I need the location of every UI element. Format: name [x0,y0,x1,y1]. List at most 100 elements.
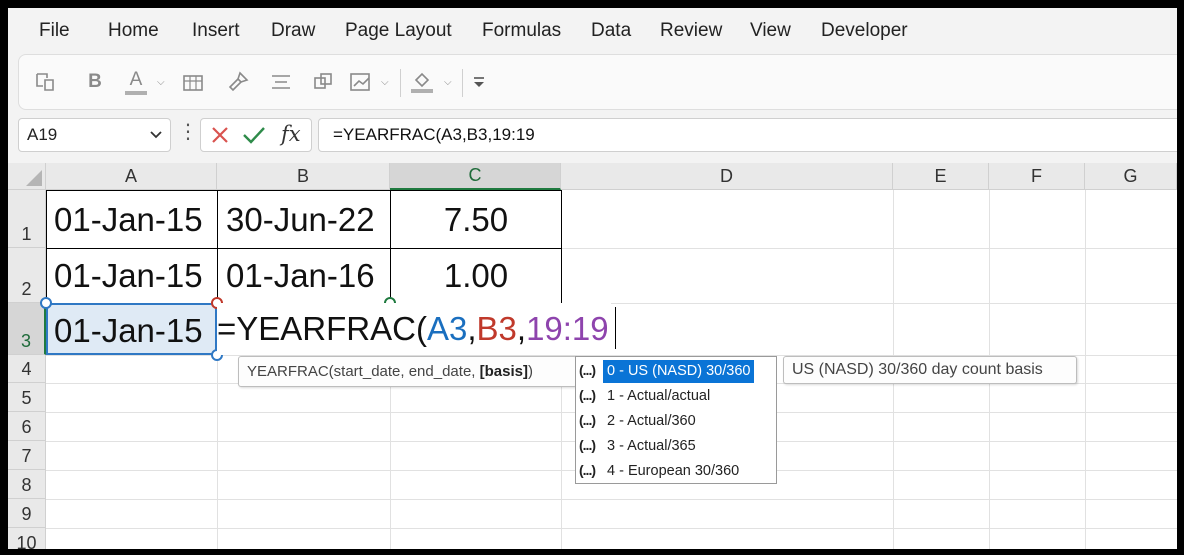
worksheet-grid[interactable]: A B C D E F G 1 2 3 4 5 6 7 8 9 10 01-Ja… [8,163,1177,549]
editor-func: =YEARFRAC( [217,310,427,347]
select-all-corner[interactable] [8,163,46,190]
row-header-9[interactable]: 9 [8,499,46,528]
menu-draw[interactable]: Draw [271,20,315,42]
name-box[interactable]: A19 [18,118,171,152]
row-header-6[interactable]: 6 [8,412,46,441]
row-header-4[interactable]: 4 [8,355,46,383]
paste-special-icon[interactable] [31,67,59,97]
row-header-8[interactable]: 8 [8,470,46,499]
row-header-1[interactable]: 1 [8,190,46,248]
align-center-icon[interactable] [267,67,295,97]
menu-review[interactable]: Review [660,20,722,42]
text-cursor [615,307,616,349]
objects-icon[interactable] [309,67,337,97]
cancel-icon[interactable] [209,124,231,151]
menu-insert[interactable]: Insert [192,20,240,42]
column-header-c[interactable]: C [390,163,561,190]
formula-text: =YEARFRAC(A3,B3,19:19 [333,125,535,144]
font-color-icon[interactable]: A [122,67,150,97]
ribbon-separator [462,69,463,97]
menu-data[interactable]: Data [591,20,631,42]
basis-description-tooltip: US (NASD) 30/360 day count basis [783,356,1077,384]
basis-autocomplete-list[interactable]: (...) 0 - US (NASD) 30/360 (...) 1 - Act… [575,356,777,484]
list-item-basis-2[interactable]: (...) 2 - Actual/360 [576,409,776,434]
constant-icon: (...) [579,462,596,478]
column-header-f[interactable]: F [989,163,1085,190]
cell-a1[interactable]: 01-Jan-15 [54,203,203,236]
cell-editor[interactable]: =YEARFRAC(A3,B3,19:19 [217,303,611,355]
bold-icon[interactable]: B [81,67,109,97]
menu-home[interactable]: Home [108,20,159,42]
menu-file[interactable]: File [39,20,70,42]
list-item-basis-3[interactable]: (...) 3 - Actual/365 [576,434,776,459]
chevron-down-icon[interactable]: ⌵ [444,77,452,88]
constant-icon: (...) [579,387,596,403]
fill-color-icon[interactable] [408,67,436,97]
menu-developer[interactable]: Developer [821,20,908,42]
cell-b2[interactable]: 01-Jan-16 [226,259,375,292]
function-signature-tooltip[interactable]: YEARFRAC(start_date, end_date, [basis]) [238,356,577,387]
insert-function-icon[interactable]: fx [281,122,301,146]
cell-border [46,190,561,191]
font-color-swatch [125,90,147,95]
list-item-basis-4[interactable]: (...) 4 - European 30/360 [576,459,776,484]
chevron-down-icon[interactable]: ⌵ [157,77,165,88]
list-item-basis-0[interactable]: (...) 0 - US (NASD) 30/360 [576,359,776,384]
gridline [1085,190,1086,549]
editor-arg-b3: B3 [476,310,517,347]
cell-a2[interactable]: 01-Jan-15 [54,259,203,292]
menu-view[interactable]: View [750,20,791,42]
gridline [217,355,218,549]
menu-formulas[interactable]: Formulas [482,20,561,42]
cell-border [561,190,562,303]
format-painter-icon[interactable] [224,67,252,97]
font-color-label: A [129,68,143,90]
row-header-10[interactable]: 10 [8,528,46,549]
cell-c1[interactable]: 7.50 [417,203,535,236]
gridline [46,528,1177,529]
constant-icon: (...) [579,412,596,428]
list-item-label: 2 - Actual/360 [607,413,696,429]
column-header-b[interactable]: B [217,163,390,190]
chevron-down-icon[interactable] [148,126,164,147]
name-box-value: A19 [27,125,58,144]
customize-toolbar-icon[interactable] [468,67,490,97]
row-header-2[interactable]: 2 [8,248,46,303]
column-header-a[interactable]: A [46,163,217,190]
reference-handle[interactable] [40,297,52,309]
ribbon-separator [400,69,401,97]
chart-icon[interactable] [347,67,375,97]
menu-bar: File Home Insert Draw Page Layout Formul… [8,8,1177,54]
formula-input[interactable]: =YEARFRAC(A3,B3,19:19 [318,118,1177,152]
list-item-label: 3 - Actual/365 [607,438,696,454]
editor-arg-basis: 19:19 [526,310,609,347]
cell-c2[interactable]: 1.00 [417,259,535,292]
column-header-d[interactable]: D [561,163,893,190]
cell-b1[interactable]: 30-Jun-22 [226,203,375,236]
menu-page-layout[interactable]: Page Layout [345,20,452,42]
column-header-e[interactable]: E [893,163,989,190]
cell-border [46,190,47,303]
tooltip-active-arg: [basis] [479,363,528,380]
editor-arg-a3: A3 [426,310,468,347]
cell-a3[interactable]: 01-Jan-15 [54,314,203,347]
editor-sep: , [467,310,477,347]
enter-check-icon[interactable] [241,124,267,151]
list-item-label: 1 - Actual/actual [607,388,711,404]
fill-color-swatch [411,89,433,93]
more-options-icon[interactable]: ⋮ [178,122,198,142]
cell-border [46,248,561,249]
excel-window: File Home Insert Draw Page Layout Formul… [8,8,1177,549]
column-header-g[interactable]: G [1085,163,1177,190]
row-header-7[interactable]: 7 [8,441,46,470]
row-header-3[interactable]: 3 [8,303,46,355]
formula-buttons: fx [200,118,312,152]
list-item-label: 0 - US (NASD) 30/360 [603,360,755,383]
cell-border [390,190,391,303]
editor-sep: , [516,310,527,347]
chevron-down-icon[interactable]: ⌵ [381,77,389,88]
constant-icon: (...) [579,437,596,453]
list-item-basis-1[interactable]: (...) 1 - Actual/actual [576,384,776,409]
insert-table-icon[interactable] [179,67,207,97]
row-header-5[interactable]: 5 [8,383,46,412]
